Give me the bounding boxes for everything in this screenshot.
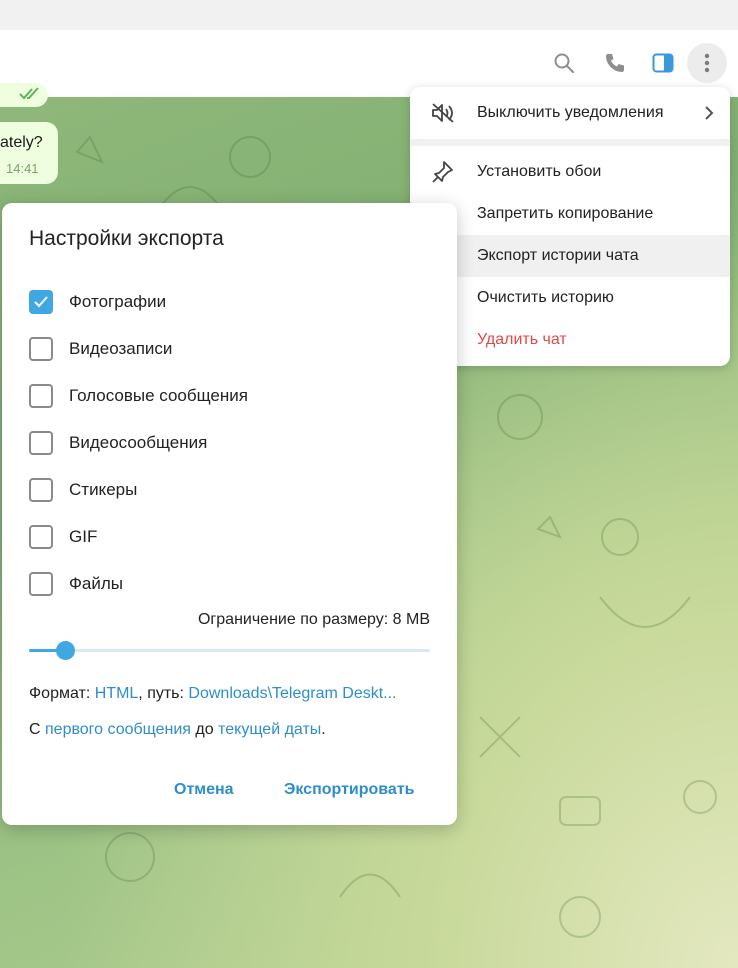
menu-item-clear-history[interactable]: Очистить историю bbox=[410, 277, 730, 319]
dialog-title: Настройки экспорта bbox=[29, 227, 224, 250]
range-from-link[interactable]: первого сообщения bbox=[45, 721, 191, 738]
slider-track[interactable] bbox=[29, 649, 430, 652]
chevron-right-icon bbox=[705, 106, 714, 120]
option-label: Стикеры bbox=[69, 480, 138, 499]
format-link[interactable]: HTML bbox=[95, 685, 139, 702]
menu-item-label: Удалить чат bbox=[477, 331, 567, 348]
menu-item-delete-chat[interactable]: Удалить чат bbox=[410, 319, 730, 361]
message-text: ately? bbox=[0, 134, 43, 151]
checkbox-video-messages[interactable] bbox=[29, 431, 53, 455]
checkbox-videos[interactable] bbox=[29, 337, 53, 361]
option-label: GIF bbox=[69, 527, 98, 546]
window-top-strip bbox=[0, 0, 738, 30]
size-limit-slider[interactable] bbox=[29, 641, 430, 661]
range-mid: до bbox=[190, 721, 219, 738]
call-button[interactable] bbox=[595, 43, 635, 83]
toggle-sidebar-button[interactable] bbox=[643, 43, 683, 83]
path-prefix: , путь: bbox=[138, 685, 189, 702]
checkbox-files[interactable] bbox=[29, 572, 53, 596]
checkbox-photos[interactable] bbox=[29, 290, 53, 314]
option-label: Видеозаписи bbox=[69, 339, 173, 358]
menu-item-label: Экспорт истории чата bbox=[477, 247, 639, 264]
menu-item-set-wallpaper[interactable]: Установить обои bbox=[410, 151, 730, 193]
format-prefix: Формат: bbox=[29, 685, 95, 702]
menu-item-mute[interactable]: Выключить уведомления bbox=[410, 92, 730, 134]
more-button[interactable] bbox=[687, 43, 727, 83]
phone-icon bbox=[606, 54, 624, 72]
chat-options-menu: Выключить уведомления Установить обои За… bbox=[410, 87, 730, 366]
checkbox-gif[interactable] bbox=[29, 525, 53, 549]
option-stickers[interactable]: Стикеры bbox=[29, 477, 137, 503]
message-bubble-partial-top[interactable] bbox=[0, 83, 48, 107]
menu-item-label: Установить обои bbox=[477, 163, 602, 180]
menu-item-label: Выключить уведомления bbox=[477, 104, 664, 121]
check-icon bbox=[34, 296, 48, 308]
option-videos[interactable]: Видеозаписи bbox=[29, 336, 172, 362]
date-range-line: С первого сообщения до текущей даты. bbox=[29, 721, 326, 739]
range-suffix: . bbox=[321, 721, 326, 738]
sidebar-toggle-icon bbox=[652, 53, 674, 73]
menu-item-label: Запретить копирование bbox=[477, 205, 654, 222]
slider-handle[interactable] bbox=[56, 641, 76, 660]
menu-item-restrict-copy[interactable]: Запретить копирование bbox=[410, 193, 730, 235]
size-limit-label: Ограничение по размеру: 8 MB bbox=[197, 611, 430, 628]
option-label: Фотографии bbox=[69, 292, 167, 311]
checkbox-stickers[interactable] bbox=[29, 478, 53, 502]
option-label: Видеосообщения bbox=[69, 433, 208, 452]
checkbox-voice-messages[interactable] bbox=[29, 384, 53, 408]
option-label: Файлы bbox=[69, 574, 124, 593]
export-settings-dialog: Настройки экспорта Фотографии Видеозапис… bbox=[2, 203, 457, 825]
range-to-link[interactable]: текущей даты bbox=[218, 721, 321, 738]
menu-item-label: Очистить историю bbox=[477, 289, 614, 306]
search-button[interactable] bbox=[544, 43, 584, 83]
range-prefix: С bbox=[29, 721, 45, 738]
option-files[interactable]: Файлы bbox=[29, 571, 123, 597]
cancel-button[interactable]: Отмена bbox=[174, 781, 234, 799]
export-button[interactable]: Экспортировать bbox=[284, 781, 415, 799]
option-gif[interactable]: GIF bbox=[29, 524, 97, 550]
message-bubble[interactable]: ately? 14:41 bbox=[0, 122, 58, 184]
pin-icon bbox=[432, 161, 453, 183]
option-label: Голосовые сообщения bbox=[69, 386, 248, 405]
search-icon bbox=[554, 53, 574, 73]
menu-item-export-history[interactable]: Экспорт истории чата bbox=[410, 235, 730, 277]
menu-separator bbox=[410, 139, 730, 146]
message-time: 14:41 bbox=[6, 161, 39, 176]
more-vertical-icon bbox=[704, 53, 710, 73]
option-voice-messages[interactable]: Голосовые сообщения bbox=[29, 383, 248, 409]
option-photos[interactable]: Фотографии bbox=[29, 289, 166, 315]
mute-icon bbox=[432, 103, 454, 123]
format-path-line: Формат: HTML, путь: Downloads\Telegram D… bbox=[29, 685, 397, 703]
double-check-icon bbox=[19, 87, 39, 100]
path-link[interactable]: Downloads\Telegram Deskt... bbox=[188, 685, 396, 702]
option-video-messages[interactable]: Видеосообщения bbox=[29, 430, 207, 456]
